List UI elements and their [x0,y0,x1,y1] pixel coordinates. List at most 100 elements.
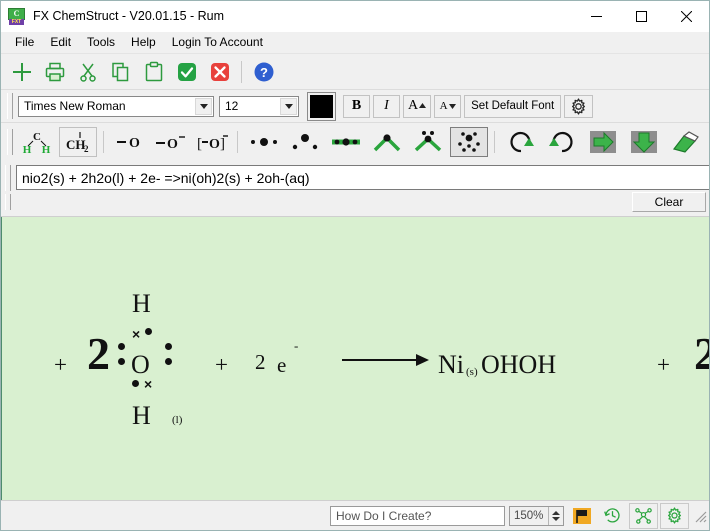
lone-pair-dot-right-1 [165,343,172,350]
font-size-value: 12 [225,99,239,113]
maximize-button[interactable] [619,1,664,31]
methane-fragment-button[interactable]: C H H [18,127,56,157]
ch2-button[interactable]: CH 2 [59,127,97,157]
undo-button[interactable] [502,127,540,157]
clear-button[interactable]: Clear [632,192,706,212]
save-down-button[interactable] [625,127,663,157]
bracket-o-minus-button[interactable]: [ O ] [193,127,231,157]
bent-bond-dots-button[interactable] [409,127,447,157]
accept-button[interactable] [172,57,201,86]
cut-button[interactable] [73,57,102,86]
formula-row: nio2(s) + 2h2o(l) + 2e- =>ni(oh)2(s) + 2… [1,164,709,191]
svg-text:?: ? [260,65,268,80]
bond-o-button[interactable]: O [111,127,149,157]
lone-pair-dot-left-2 [118,358,125,365]
how-do-i-create-input[interactable]: How Do I Create? [330,505,505,526]
minimize-button[interactable] [574,1,619,31]
new-button[interactable] [7,57,36,86]
flag-button[interactable] [567,503,596,529]
menu-item-file[interactable]: File [7,33,42,52]
electron-charge: - [294,338,299,353]
green-check-icon [177,62,196,81]
app-icon-sub: FXT [9,18,24,25]
bond-cross-bottom: × [144,376,153,392]
menu-item-edit[interactable]: Edit [42,33,79,52]
text-color-swatch[interactable] [308,92,335,120]
decrease-font-button[interactable]: A [434,94,462,118]
chevron-down-icon[interactable] [195,97,212,115]
font-size-select[interactable]: 12 [219,95,299,117]
print-button[interactable] [40,57,69,86]
menu-item-login-to-account[interactable]: Login To Account [164,33,271,52]
increase-font-button[interactable]: A [403,94,432,118]
svg-text:]: ] [220,136,225,152]
title-bar: C FXT FX ChemStruct - V20.01.15 - Rum [1,1,709,32]
svg-text:2: 2 [84,144,89,154]
zoom-stepper[interactable]: 150% [509,505,564,526]
menu-item-help[interactable]: Help [123,33,164,52]
bent-bond-icon [373,134,401,152]
zoom-spin-buttons[interactable] [548,506,563,525]
font-settings-button[interactable] [564,94,594,118]
resize-grip[interactable] [693,509,707,523]
set-default-font-button[interactable]: Set Default Font [464,94,562,118]
redo-button[interactable] [543,127,581,157]
bold-button[interactable]: B [343,94,370,118]
history-button[interactable] [598,503,627,529]
clock-history-icon [604,508,620,523]
triangle-dots-button[interactable] [286,127,324,157]
reaction-arrow-line [342,359,420,361]
formula-grip[interactable] [5,164,11,191]
printer-icon [45,62,64,81]
redo-icon [549,131,573,153]
electron-coefficient: 2 [255,350,266,374]
toolbar-separator [103,131,104,153]
zoom-decrease-icon[interactable] [552,516,560,521]
molecule-button[interactable] [629,502,658,529]
bent-bond-button[interactable] [368,127,406,157]
window-title: FX ChemStruct - V20.01.15 - Rum [33,9,225,23]
undo-icon [510,131,534,153]
zoom-value: 150% [514,509,544,522]
lone-pair-button[interactable] [245,127,283,157]
water-state-label: (l) [172,414,183,426]
ch2-icon: CH 2 [66,132,89,154]
menu-item-tools[interactable]: Tools [79,33,123,52]
svg-text:O: O [209,137,220,152]
export-right-button[interactable] [584,127,622,157]
settings-button[interactable] [660,502,689,529]
help-button[interactable]: ? [249,57,278,86]
molecule-icon [635,508,652,524]
structure-canvas[interactable]: + 2 H × O × H (l) + 2 e - Ni (s) OHOH + [1,217,709,500]
dash-o-icon: O [117,136,140,151]
toolbar-grip[interactable] [7,129,13,155]
copy-button[interactable] [106,57,135,86]
plus-icon [12,62,31,81]
dot-cluster-button[interactable] [450,127,488,157]
green-bond-icon [332,138,360,146]
close-button[interactable] [664,1,709,31]
svg-text:CH: CH [66,137,86,152]
italic-label: I [384,98,389,113]
erase-button[interactable] [666,127,704,157]
reject-button[interactable] [205,57,234,86]
formula-grip-2[interactable] [5,194,11,210]
bracket-o-minus-icon: [ O ] [197,135,228,152]
hydrogen-top-label: H [132,289,151,318]
clear-row: Clear [1,191,709,213]
svg-text:C: C [33,131,41,143]
bond-o-minus-button[interactable]: O [152,127,190,157]
scissors-icon [79,63,96,82]
formula-input[interactable]: nio2(s) + 2h2o(l) + 2e- =>ni(oh)2(s) + 2… [16,165,709,190]
chevron-down-icon[interactable] [280,97,297,115]
lone-pair-dot-left-1 [118,343,125,350]
eraser-icon [672,131,699,153]
plus-sign-3: + [657,352,670,377]
product-rest-label: OHOH [481,350,557,379]
font-family-select[interactable]: Times New Roman [18,95,214,117]
toolbar-grip[interactable] [7,93,13,119]
italic-button[interactable]: I [373,94,400,118]
paste-button[interactable] [139,57,168,86]
zoom-increase-icon[interactable] [552,510,560,515]
double-bond-button[interactable] [327,127,365,157]
